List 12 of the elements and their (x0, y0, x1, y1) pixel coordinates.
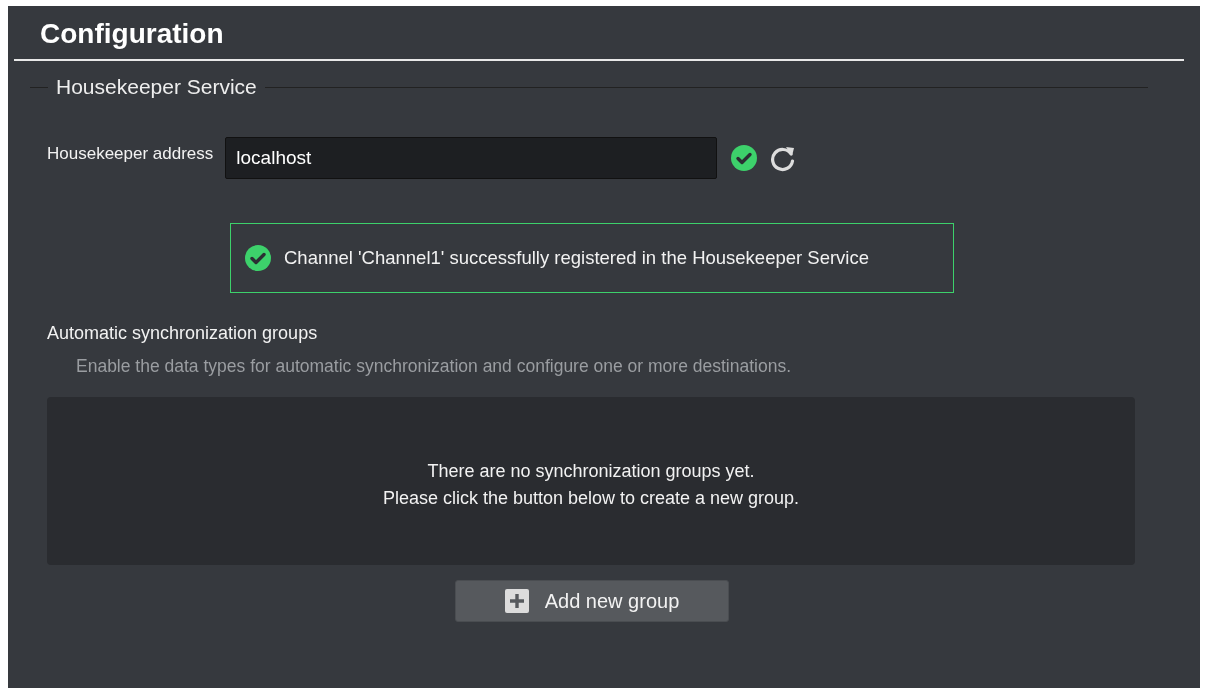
success-check-icon (245, 245, 271, 271)
success-message: Channel 'Channel1' successfully registered in the Housekeeper Service (284, 247, 869, 269)
plus-icon (504, 589, 529, 613)
add-group-button[interactable]: Add new group (455, 580, 729, 622)
address-field[interactable]: localhost (225, 137, 718, 179)
section-title: Automatic synchronization groups (47, 323, 319, 344)
section-legend: Housekeeper Service (56, 75, 257, 99)
empty-state-text: Please click the button below to create a new group. (382, 488, 800, 509)
page-title: Configuration (39, 17, 225, 49)
empty-state-text: There are no synchronization groups yet. (427, 461, 755, 482)
section-description: Enable the data types for automatic synchronization and configure one or more destinations. (76, 356, 792, 377)
field-label: Housekeeper address (47, 144, 214, 164)
